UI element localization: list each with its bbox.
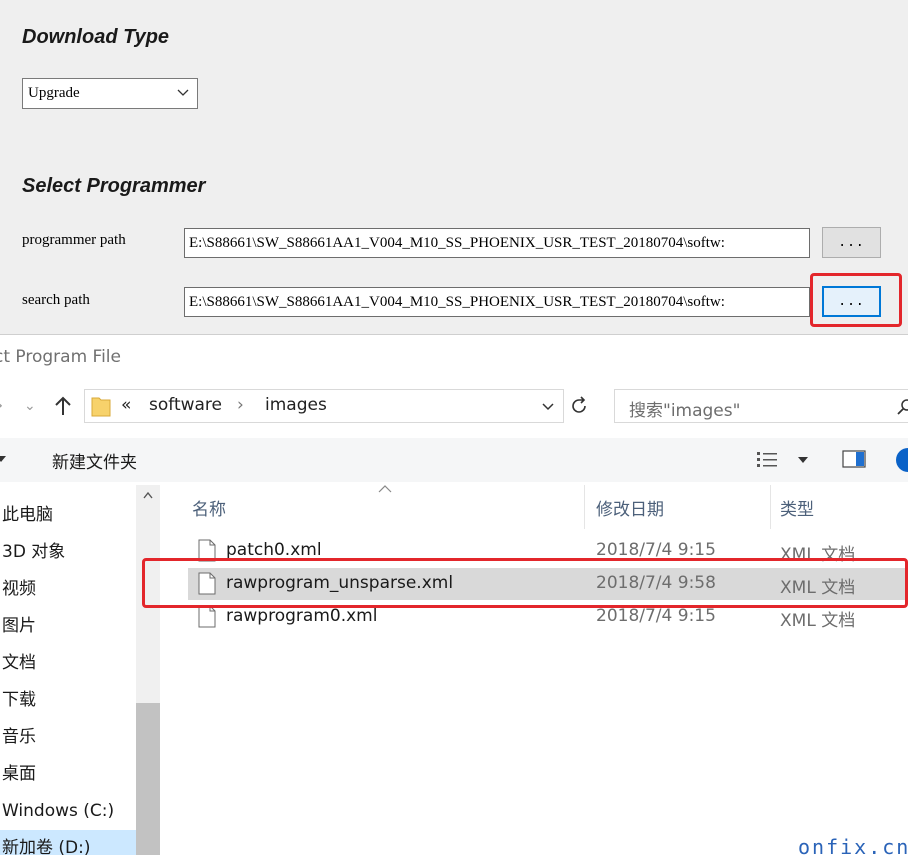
breadcrumb-images[interactable]: images — [265, 395, 327, 415]
chevron-down-icon[interactable] — [541, 399, 555, 413]
sort-ascending-icon — [378, 485, 392, 493]
search-path-input[interactable]: E:\S88661\SW_S88661AA1_V004_M10_SS_PHOEN… — [184, 287, 810, 317]
download-type-heading: Download Type — [22, 26, 170, 48]
folder-icon — [91, 397, 111, 417]
breadcrumb-separator-icon: › — [237, 395, 244, 415]
nav-item-label: 视频 — [2, 579, 36, 599]
up-arrow-icon[interactable] — [52, 395, 74, 417]
column-type[interactable]: 类型 — [780, 495, 814, 520]
nav-item[interactable]: 视频 — [0, 571, 136, 608]
organize-dropdown-icon[interactable] — [0, 456, 6, 462]
dialog-toolbar: 新建文件夹 — [0, 438, 908, 482]
nav-item-label: 文档 — [2, 653, 36, 673]
programmer-path-input[interactable]: E:\S88661\SW_S88661AA1_V004_M10_SS_PHOEN… — [184, 228, 810, 258]
download-settings-panel: Download Type Upgrade Select Programmer … — [0, 0, 908, 334]
chevron-down-icon — [177, 89, 189, 96]
file-name: rawprogram0.xml — [226, 606, 378, 626]
forward-arrow-icon[interactable]: › — [0, 395, 3, 416]
file-date: 2018/7/4 9:15 — [596, 540, 716, 560]
view-dropdown-icon[interactable] — [798, 457, 808, 463]
programmer-path-value: E:\S88661\SW_S88661AA1_V004_M10_SS_PHOEN… — [189, 234, 725, 251]
navigation-bar: › ⌄ « software › images 搜索"images" — [0, 389, 908, 425]
new-folder-button[interactable]: 新建文件夹 — [52, 448, 137, 473]
search-input[interactable]: 搜索"images" — [614, 389, 908, 423]
nav-scrollbar-thumb[interactable] — [136, 703, 160, 855]
nav-item-label: 桌面 — [2, 764, 36, 784]
column-divider[interactable] — [770, 485, 771, 529]
nav-item[interactable]: 下载 — [0, 682, 136, 719]
nav-item-label: 图片 — [2, 616, 36, 636]
breadcrumb-overflow[interactable]: « — [121, 395, 131, 415]
search-path-label: search path — [22, 292, 90, 308]
highlight-box-browse — [810, 273, 902, 327]
file-open-dialog: ct Program File › ⌄ « software › images … — [0, 334, 908, 855]
nav-item[interactable]: 图片 — [0, 608, 136, 645]
nav-item[interactable]: 文档 — [0, 645, 136, 682]
nav-item-label: 3D 对象 — [2, 542, 66, 562]
nav-item[interactable]: 新加卷 (D:) — [0, 830, 136, 855]
breadcrumb-software[interactable]: software — [149, 395, 222, 415]
search-placeholder: 搜索"images" — [629, 401, 741, 421]
nav-item[interactable]: 3D 对象 — [0, 534, 136, 571]
column-name[interactable]: 名称 — [192, 495, 226, 520]
nav-item-label: 下载 — [2, 690, 36, 710]
nav-item-label: 此电脑 — [2, 505, 53, 525]
file-name: patch0.xml — [226, 540, 322, 560]
dialog-title: ct Program File — [0, 347, 121, 367]
file-date: 2018/7/4 9:15 — [596, 606, 716, 626]
file-type: XML 文档 — [780, 611, 856, 631]
watermark: onfix.cn — [798, 835, 908, 855]
download-type-value: Upgrade — [28, 85, 80, 101]
column-divider[interactable] — [584, 485, 585, 529]
nav-item[interactable]: Windows (C:) — [0, 793, 136, 830]
address-bar[interactable]: « software › images — [84, 389, 564, 423]
programmer-path-label: programmer path — [22, 232, 126, 248]
refresh-icon[interactable] — [568, 395, 590, 417]
download-type-select[interactable]: Upgrade — [22, 78, 198, 109]
highlight-box-selected-file — [142, 558, 908, 608]
nav-scrollbar[interactable] — [136, 485, 160, 855]
navigation-pane: 此电脑 3D 对象视频图片文档下载音乐桌面 Windows (C:) 新加卷 (D:) — [0, 485, 160, 855]
nav-item[interactable]: 音乐 — [0, 719, 136, 756]
nav-item-label: Windows (C:) — [2, 801, 115, 821]
file-icon — [198, 605, 216, 628]
preview-pane-icon[interactable] — [842, 450, 866, 468]
help-icon[interactable] — [896, 448, 908, 472]
programmer-browse-button[interactable]: ... — [822, 227, 881, 258]
scroll-up-icon[interactable] — [143, 491, 153, 499]
recent-dropdown-icon[interactable]: ⌄ — [24, 398, 36, 414]
file-list-header: 名称 修改日期 类型 — [160, 485, 908, 531]
search-path-value: E:\S88661\SW_S88661AA1_V004_M10_SS_PHOEN… — [189, 293, 725, 310]
nav-item[interactable]: 桌面 — [0, 756, 136, 793]
nav-item-label: 音乐 — [2, 727, 36, 747]
nav-item[interactable]: 此电脑 — [0, 497, 136, 534]
column-date-modified[interactable]: 修改日期 — [596, 495, 664, 520]
select-programmer-heading: Select Programmer — [22, 175, 206, 197]
view-options-icon[interactable] — [756, 450, 778, 468]
nav-item-label: 新加卷 (D:) — [2, 838, 91, 855]
search-icon — [897, 399, 908, 415]
